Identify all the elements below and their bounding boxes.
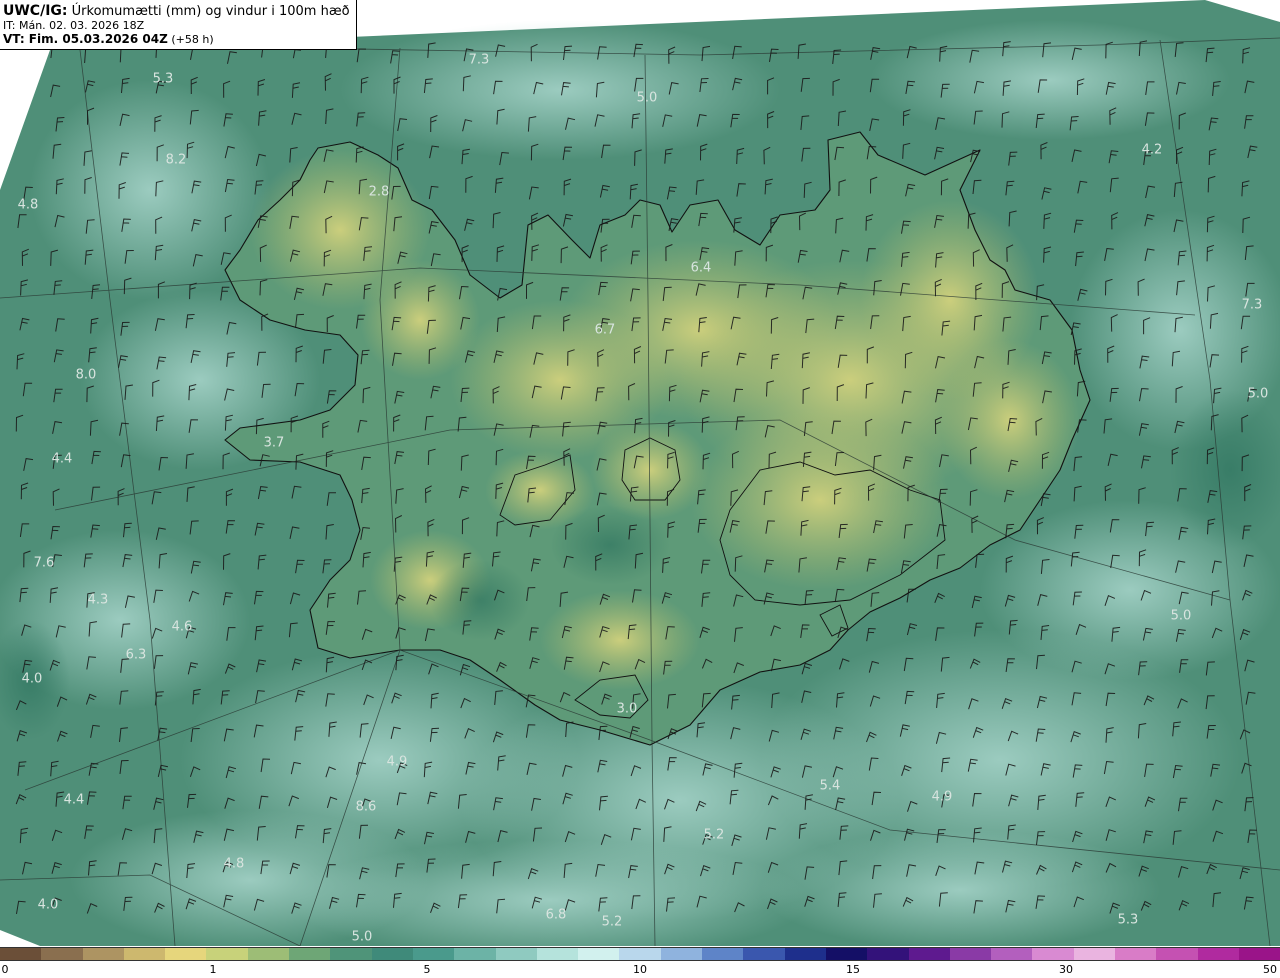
precip-label: 4.4	[63, 792, 85, 808]
precip-label: 5.0	[636, 90, 658, 106]
colorbar-segment	[619, 948, 661, 960]
colorbar-tick: 50	[1263, 963, 1277, 976]
precip-label: 7.6	[33, 555, 55, 571]
colorbar-tick: 10	[633, 963, 647, 976]
colorbar-segment	[41, 948, 83, 960]
precip-label: 4.9	[931, 789, 953, 805]
precip-label: 4.6	[171, 619, 193, 635]
forecast-lead: (+58 h)	[171, 33, 214, 46]
colorbar-segment	[247, 948, 290, 960]
colorbar-segment	[1156, 948, 1198, 960]
colorbar-segment	[1197, 948, 1239, 960]
model-name: UWC/IG:	[3, 3, 68, 19]
precip-label: 6.8	[545, 907, 567, 923]
colorbar-segment	[0, 948, 42, 960]
weather-map: 7.3 5.3 5.0 8.2 4.2 2.8 4.8 6.4 6.7 7.3 …	[0, 0, 1280, 946]
colorbar-segment	[1115, 948, 1157, 960]
colorbar-tick: 1	[209, 963, 217, 976]
precip-label: 5.0	[1170, 608, 1192, 624]
valid-time: VT: Fim. 05.03.2026 04Z	[3, 32, 168, 46]
precip-label: 8.2	[165, 152, 187, 168]
precip-label: 6.4	[690, 260, 712, 276]
colorbar-segment	[578, 948, 620, 960]
colorbar-segment	[1238, 948, 1280, 960]
colorbar-segment	[289, 948, 331, 960]
colorbar-segment	[536, 948, 579, 960]
colorbar-segment	[702, 948, 744, 960]
colorbar-tick: 0	[1, 963, 9, 976]
precip-label: 6.3	[125, 647, 147, 663]
colorbar: 0 1 5 10 15 30 50	[0, 947, 1280, 978]
valid-time-line: VT: Fim. 05.03.2026 04Z (+58 h)	[3, 32, 350, 47]
precip-label: 3.7	[263, 435, 285, 451]
precip-label: 5.3	[1117, 912, 1139, 928]
precip-label: 5.0	[1247, 386, 1269, 402]
precip-label: 4.9	[386, 754, 408, 770]
precip-label: 4.8	[17, 197, 39, 213]
precipitation-field	[0, 0, 1280, 946]
colorbar-segment	[908, 948, 950, 960]
colorbar-tick: 5	[423, 963, 431, 976]
precip-label: 4.0	[37, 897, 59, 913]
colorbar-segment	[949, 948, 992, 960]
init-time: IT: Mán. 02. 03. 2026 18Z	[3, 19, 145, 32]
colorbar-segment	[82, 948, 124, 960]
precip-label: 4.0	[21, 671, 43, 687]
colorbar-segment	[991, 948, 1033, 960]
colorbar-segment	[1032, 948, 1074, 960]
colorbar-segment	[123, 948, 166, 960]
precip-label: 7.3	[468, 52, 490, 68]
precip-label: 5.0	[351, 929, 373, 945]
colorbar-strip	[0, 947, 1280, 961]
precip-label: 4.3	[87, 592, 109, 608]
colorbar-segment	[743, 948, 785, 960]
colorbar-segment	[660, 948, 703, 960]
colorbar-segment	[867, 948, 909, 960]
colorbar-segment	[495, 948, 537, 960]
title-line: UWC/IG: Úrkomumætti (mm) og vindur i 100…	[3, 3, 350, 20]
colorbar-tick: 15	[846, 963, 860, 976]
colorbar-segment	[454, 948, 496, 960]
precip-label: 4.4	[51, 451, 73, 467]
colorbar-segment	[330, 948, 372, 960]
colorbar-segment	[371, 948, 413, 960]
precip-label: 5.2	[703, 827, 725, 843]
precip-label: 5.2	[601, 914, 623, 930]
colorbar-segment	[412, 948, 455, 960]
precip-label: 7.3	[1241, 297, 1263, 313]
colorbar-segment	[825, 948, 868, 960]
colorbar-segment	[206, 948, 248, 960]
colorbar-segment	[165, 948, 207, 960]
forecast-info-box: UWC/IG: Úrkomumætti (mm) og vindur i 100…	[0, 0, 357, 50]
precip-label: 8.0	[75, 367, 97, 383]
colorbar-tick: 30	[1059, 963, 1073, 976]
precip-label: 4.8	[223, 856, 245, 872]
precip-label: 2.8	[368, 184, 390, 200]
field-description: Úrkomumætti (mm) og vindur i 100m hæð	[71, 4, 350, 19]
precip-label: 6.7	[594, 322, 616, 338]
colorbar-segment	[1073, 948, 1116, 960]
precip-label: 4.2	[1141, 142, 1163, 158]
colorbar-segment	[784, 948, 826, 960]
precip-label: 5.3	[152, 71, 174, 87]
precip-label: 5.4	[819, 778, 841, 794]
precip-label: 3.0	[616, 701, 638, 717]
precip-label: 8.6	[355, 799, 377, 815]
